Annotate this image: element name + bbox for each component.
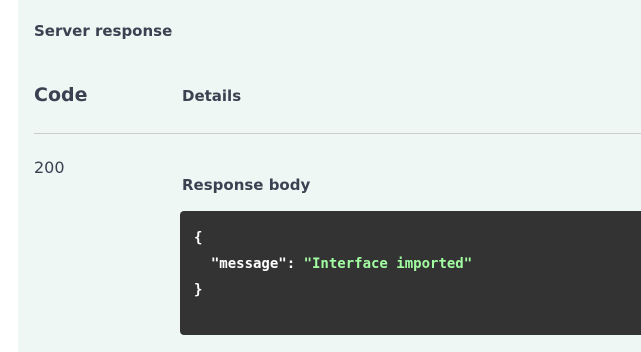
column-header-details: Details xyxy=(182,87,242,105)
server-response-panel: Server response Code Details 200 Respons… xyxy=(18,0,641,352)
code-line-message: "message": "Interface imported" xyxy=(194,251,641,277)
server-response-title: Server response xyxy=(34,22,173,40)
json-colon: : xyxy=(286,256,304,272)
response-body-code-block[interactable]: { "message": "Interface imported" } xyxy=(180,211,641,335)
response-status-code: 200 xyxy=(34,158,65,177)
column-header-code: Code xyxy=(34,84,88,106)
code-line-close: } xyxy=(194,277,641,303)
close-brace: } xyxy=(194,282,203,298)
json-key-message: "message" xyxy=(210,256,287,272)
code-line-open: { xyxy=(194,225,641,251)
header-divider xyxy=(34,133,641,134)
json-value-message: "Interface imported" xyxy=(303,256,473,272)
response-body-label: Response body xyxy=(182,176,311,194)
open-brace: { xyxy=(194,230,203,246)
